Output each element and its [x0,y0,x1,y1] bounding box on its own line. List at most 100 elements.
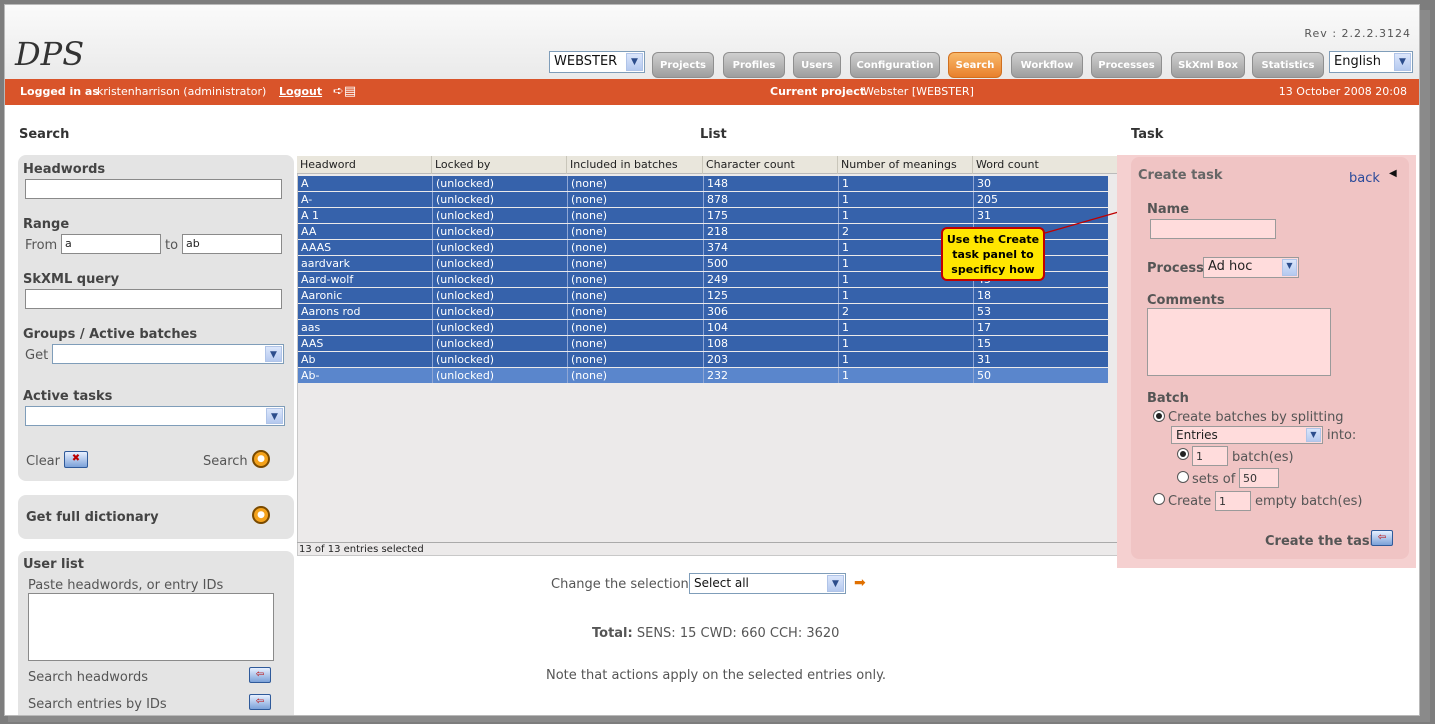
full-dictionary-label[interactable]: Get full dictionary [26,510,159,525]
project-select-value: WEBSTER [554,54,618,69]
total-label: Total: [592,626,633,641]
range-from-input[interactable]: a [61,234,161,254]
cell-meanings: 1 [838,352,973,367]
cell-batches: (none) [567,176,703,191]
col-number-of-meanings[interactable]: Number of meanings [837,156,972,174]
annotation-callout: Use the Create task panel to specificy h… [941,227,1045,281]
table-row[interactable]: Aaronic (unlocked) (none) 125 1 18 [298,288,1108,303]
cell-headword: AAS [301,337,324,350]
range-to-input[interactable]: ab [182,234,282,254]
table-row[interactable]: Ab (unlocked) (none) 203 1 31 [298,352,1108,367]
create-task-link[interactable]: Create the task [1265,534,1378,549]
list-divider [297,542,1127,543]
cell-word-count: 50 [973,368,1108,383]
cell-character-count: 878 [703,192,838,207]
search-icon[interactable]: ● [252,506,270,524]
groups-select[interactable]: ▼ [52,344,284,364]
cell-word-count: 30 [973,176,1108,191]
chevron-down-icon: ▼ [827,575,844,592]
cell-character-count: 125 [703,288,838,303]
cell-meanings: 1 [838,336,973,351]
process-select[interactable]: Ad hoc ▼ [1203,257,1299,278]
submit-arrow-icon[interactable]: ⇦ [249,667,271,683]
go-arrow-icon[interactable]: ➡ [854,575,866,591]
cell-locked-by: (unlocked) [432,352,567,367]
nav-workflow[interactable]: Workflow [1011,52,1083,78]
clear-label[interactable]: Clear [26,454,60,469]
logged-in-label: Logged in as [20,85,99,98]
language-select[interactable]: English ▼ [1329,51,1413,73]
table-row[interactable]: Aarons rod (unlocked) (none) 306 2 53 [298,304,1108,319]
cell-character-count: 232 [703,368,838,383]
logged-in-user: kristenharrison (administrator) [97,85,267,98]
headwords-input[interactable] [25,179,282,199]
clear-icon[interactable]: ✖ [64,451,88,468]
user-list-textarea[interactable] [28,593,274,661]
switch-window-icon[interactable]: ➪▤ [333,79,356,105]
list-section-title: List [700,127,727,142]
create-empty-radio[interactable] [1153,493,1165,505]
back-link[interactable]: back [1349,171,1380,186]
search-icon[interactable]: ● [252,450,270,468]
col-headword[interactable]: Headword [297,156,431,174]
col-character-count[interactable]: Character count [702,156,837,174]
split-batches-radio[interactable] [1153,410,1165,422]
user-list-hint: Paste headwords, or entry IDs [28,578,224,593]
header: DPS Rev : 2.2.2.3124 WEBSTER ▼ Projects … [5,5,1419,79]
task-name-input[interactable] [1150,219,1276,239]
table-row[interactable]: A 1 (unlocked) (none) 175 1 31 [298,208,1108,223]
nav-projects[interactable]: Projects [652,52,714,78]
nav-search[interactable]: Search [948,52,1002,78]
batch-count-radio[interactable] [1177,448,1189,460]
table-row[interactable]: A- (unlocked) (none) 878 1 205 [298,192,1108,207]
chevron-down-icon: ▼ [1306,428,1321,442]
nav-profiles[interactable]: Profiles [723,52,785,78]
selection-select[interactable]: Select all ▼ [689,573,846,594]
cell-headword: Ab [301,353,316,366]
col-locked-by[interactable]: Locked by [431,156,566,174]
cell-locked-by: (unlocked) [432,304,567,319]
empty-count-input[interactable]: 1 [1215,491,1251,511]
nav-statistics[interactable]: Statistics [1252,52,1324,78]
col-word-count[interactable]: Word count [972,156,1127,174]
nav-processes[interactable]: Processes [1091,52,1162,78]
selection-note: Note that actions apply on the selected … [546,668,887,683]
process-select-value: Ad hoc [1208,259,1253,274]
cell-word-count: 15 [973,336,1108,351]
split-by-select[interactable]: Entries ▼ [1171,426,1323,444]
search-label[interactable]: Search [203,454,248,469]
sets-of-input[interactable]: 50 [1239,468,1279,488]
cell-word-count: 17 [973,320,1108,335]
nav-users[interactable]: Users [793,52,841,78]
cell-locked-by: (unlocked) [432,176,567,191]
nav-configuration[interactable]: Configuration [850,52,940,78]
col-included-in-batches[interactable]: Included in batches [566,156,702,174]
back-arrow-icon[interactable]: ◀ [1389,168,1397,179]
submit-arrow-icon[interactable]: ⇦ [249,694,271,710]
nav-skxml-box[interactable]: SkXml Box [1171,52,1245,78]
skxml-query-input[interactable] [25,289,282,309]
create-task-title: Create task [1138,168,1223,183]
table-row[interactable]: aas (unlocked) (none) 104 1 17 [298,320,1108,335]
totals-line: Total: SENS: 15 CWD: 660 CCH: 3620 [592,626,839,641]
skxml-query-label: SkXML query [23,272,120,287]
logout-link[interactable]: Logout [279,79,322,105]
sets-of-radio[interactable] [1177,471,1189,483]
cell-headword: AAAS [301,241,332,254]
batch-count-input[interactable]: 1 [1192,446,1228,466]
table-row[interactable]: A (unlocked) (none) 148 1 30 [298,176,1108,191]
selection-select-value: Select all [694,576,749,590]
active-tasks-select[interactable]: ▼ [25,406,285,426]
search-headwords-label[interactable]: Search headwords [28,670,148,685]
project-select[interactable]: WEBSTER ▼ [549,51,645,73]
create-task-icon[interactable]: ⇦ [1371,530,1393,546]
cell-locked-by: (unlocked) [432,320,567,335]
comments-textarea[interactable] [1147,308,1331,376]
cell-locked-by: (unlocked) [432,224,567,239]
current-project: Webster [WEBSTER] [863,85,974,98]
table-row[interactable]: Ab- (unlocked) (none) 232 1 50 [298,368,1108,383]
search-ids-label[interactable]: Search entries by IDs [28,697,167,712]
cell-batches: (none) [567,288,703,303]
date-time: 13 October 2008 20:08 [1278,85,1407,98]
table-row[interactable]: AAS (unlocked) (none) 108 1 15 [298,336,1108,351]
